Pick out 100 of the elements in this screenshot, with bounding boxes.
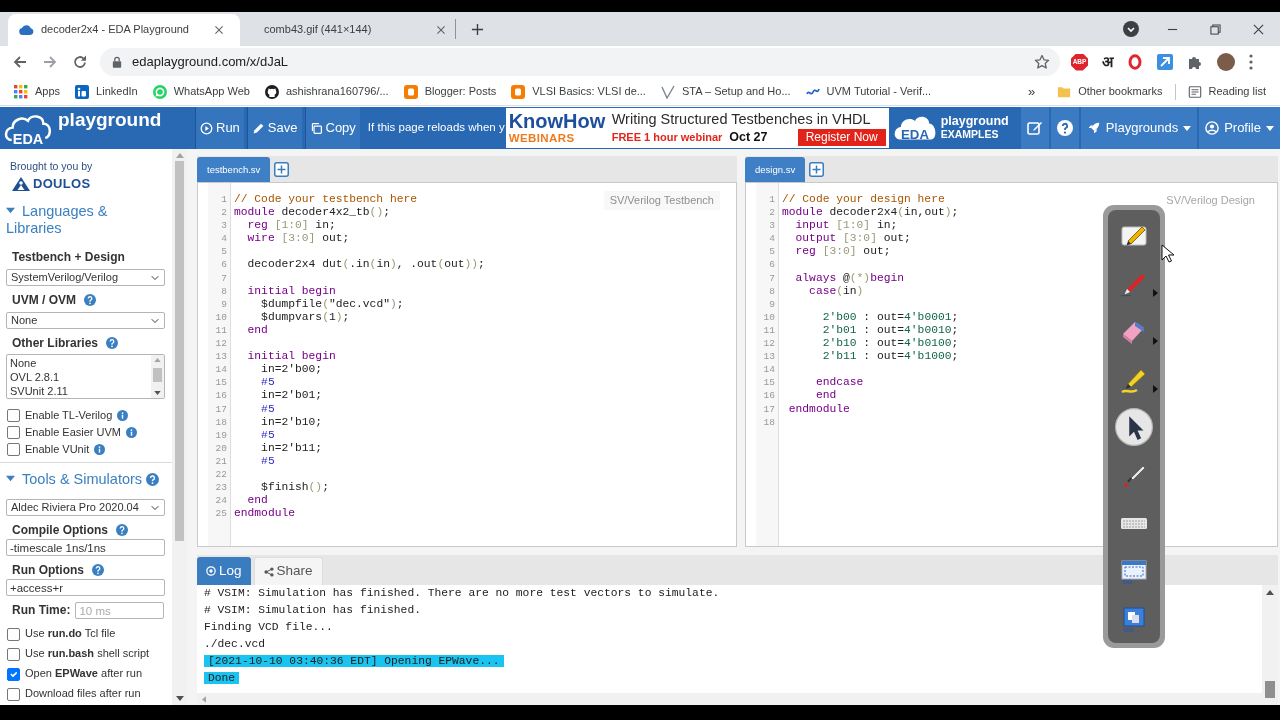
scroll-down-icon[interactable]	[175, 696, 184, 701]
checkbox[interactable]	[7, 443, 20, 456]
panel-tab[interactable]: Log	[197, 557, 251, 585]
run-button[interactable]: Run	[195, 107, 244, 149]
scroll-left-icon[interactable]	[202, 695, 206, 703]
puzzle-icon[interactable]	[1187, 54, 1203, 70]
bookmark[interactable]: STA – Setup and Ho...	[660, 84, 791, 99]
plus-square-icon[interactable]	[809, 161, 825, 177]
save-button[interactable]: Save	[246, 107, 302, 149]
checkbox-label[interactable]: Download files after run	[25, 687, 141, 701]
overflow-button[interactable]: »	[1027, 83, 1036, 100]
checkbox-label[interactable]: Enable VUnit	[25, 442, 90, 457]
scrollbar-thumb[interactable]	[175, 161, 184, 541]
bookmark[interactable]: Blogger: Posts	[403, 84, 497, 99]
bookmark[interactable]: Apps	[14, 84, 61, 99]
section-header[interactable]: Languages & Libraries	[6, 203, 156, 237]
scroll-up-icon[interactable]	[1266, 590, 1274, 595]
extension-letter[interactable]: अ	[1102, 54, 1113, 70]
checkbox[interactable]	[7, 647, 20, 661]
help-icon[interactable]	[106, 337, 119, 349]
submenu-caret-icon[interactable]	[1153, 337, 1158, 345]
ad-banner[interactable]: KnowHow WEBINARS Writing Structured Testbenches in VHDL FREE 1 hour webinar Oct 27 Register Now	[505, 108, 889, 148]
checkbox-label[interactable]: Use run.do Tcl file	[25, 627, 116, 641]
back-icon[interactable]	[12, 54, 28, 70]
help-icon[interactable]	[84, 294, 96, 306]
restore-icon[interactable]	[1210, 23, 1221, 35]
reload-icon[interactable]	[72, 54, 88, 70]
reading-list-button[interactable]: Reading list	[1187, 84, 1266, 99]
section-header[interactable]: Tools & Simulators	[6, 471, 143, 488]
address-field[interactable]: edaplayground.com/x/dJaL	[100, 48, 1060, 76]
file-tab[interactable]: testbench.sv	[197, 157, 271, 182]
checkbox[interactable]	[7, 627, 20, 641]
bookmark-folder[interactable]: Other bookmarks	[1057, 84, 1163, 99]
register-button[interactable]: Register Now	[797, 129, 886, 146]
examples-subtitle[interactable]: EXAMPLES	[940, 128, 1009, 141]
file-tab[interactable]: design.sv	[745, 157, 806, 182]
menu-button[interactable]: Playgrounds	[1080, 107, 1198, 149]
bookmark[interactable]: LinkedIn	[75, 84, 138, 99]
help-icon[interactable]	[92, 564, 104, 576]
chevron-circle-icon[interactable]	[1123, 21, 1139, 37]
text-field[interactable]: -timescale 1ns/1ns	[6, 539, 165, 556]
line-number: 23	[214, 481, 227, 495]
info-icon[interactable]	[117, 410, 129, 421]
bookmark[interactable]: WhatsApp Web	[152, 84, 250, 99]
cloud-logo[interactable]: EDA	[3, 110, 53, 146]
help-icon[interactable]	[116, 524, 128, 536]
checkbox-label[interactable]: Open EPWave after run	[25, 667, 142, 681]
copy-button[interactable]: Copy	[304, 107, 360, 149]
bookmark[interactable]: VLSI Basics: VLSI de...	[511, 84, 646, 99]
star-icon[interactable]	[1034, 54, 1050, 70]
plus-square-icon[interactable]	[274, 161, 290, 177]
scrollbar-thumb[interactable]	[153, 368, 162, 382]
scrollbar-thumb[interactable]	[1265, 681, 1275, 698]
list-option[interactable]: SVUnit 2.11	[10, 384, 148, 398]
pointer-icon[interactable]	[1115, 408, 1153, 446]
browser-tab[interactable]: comb43.gif (441×144)	[240, 14, 455, 46]
text-field[interactable]: +access+r	[6, 579, 165, 596]
submenu-caret-icon[interactable]	[1153, 289, 1158, 297]
examples-title[interactable]: playground	[940, 115, 1009, 128]
submenu-caret-icon[interactable]	[1153, 385, 1158, 393]
dropdown[interactable]: Aldec Riviera Pro 2020.04	[6, 499, 165, 516]
menu-icon[interactable]	[1249, 54, 1253, 70]
checkbox[interactable]	[7, 667, 20, 681]
checkbox[interactable]	[7, 426, 20, 439]
scrollbar[interactable]	[1262, 585, 1278, 705]
arrow-square-icon[interactable]	[1157, 54, 1173, 70]
caret-down-icon[interactable]	[6, 206, 15, 215]
edit-button[interactable]	[1020, 107, 1049, 149]
checkbox[interactable]	[7, 687, 20, 701]
text-field[interactable]: 10 ms	[75, 602, 165, 619]
bookmark[interactable]: ashishrana160796/...	[264, 84, 389, 99]
close-icon[interactable]	[1253, 23, 1264, 35]
menu-button[interactable]: Profile	[1199, 107, 1280, 149]
close-icon[interactable]	[436, 25, 446, 35]
checkbox-label[interactable]: Enable Easier UVM	[25, 425, 121, 440]
dropdown[interactable]: SystemVerilog/Verilog	[6, 269, 165, 286]
info-icon[interactable]	[126, 427, 137, 438]
panel-tab[interactable]: Share	[253, 557, 323, 585]
new-tab-icon[interactable]	[471, 22, 484, 36]
checkbox-label[interactable]: Use run.bash shell script	[25, 647, 150, 661]
bookmark[interactable]: UVM Tutorial - Verif...	[805, 84, 932, 99]
info-icon[interactable]	[94, 444, 106, 455]
close-icon[interactable]	[214, 25, 224, 35]
scrollbar[interactable]	[151, 355, 164, 398]
checkbox-label[interactable]: Enable TL-Verilog	[25, 408, 113, 423]
scroll-down-icon[interactable]	[154, 391, 161, 395]
list-option[interactable]: None	[10, 356, 148, 370]
help-button[interactable]	[1050, 107, 1079, 149]
ring-icon[interactable]	[1127, 54, 1143, 70]
checkbox[interactable]	[7, 409, 20, 422]
listbox[interactable]: None OVL 2.8.1 SVUnit 2.11	[6, 354, 165, 399]
code-line: $dumpfile("dec.vcd");	[260, 297, 404, 310]
dropdown[interactable]: None	[6, 312, 165, 329]
browser-tab[interactable]: decoder2x4 - EDA Playground	[8, 14, 240, 46]
caret-down-icon[interactable]	[6, 474, 15, 483]
forward-icon[interactable]	[42, 54, 58, 70]
list-option[interactable]: OVL 2.8.1	[10, 370, 148, 384]
help-icon[interactable]	[146, 473, 160, 486]
code-line: 2'b01 : out=4'b0010;	[821, 323, 959, 336]
avatar-placeholder[interactable]	[1217, 53, 1235, 71]
